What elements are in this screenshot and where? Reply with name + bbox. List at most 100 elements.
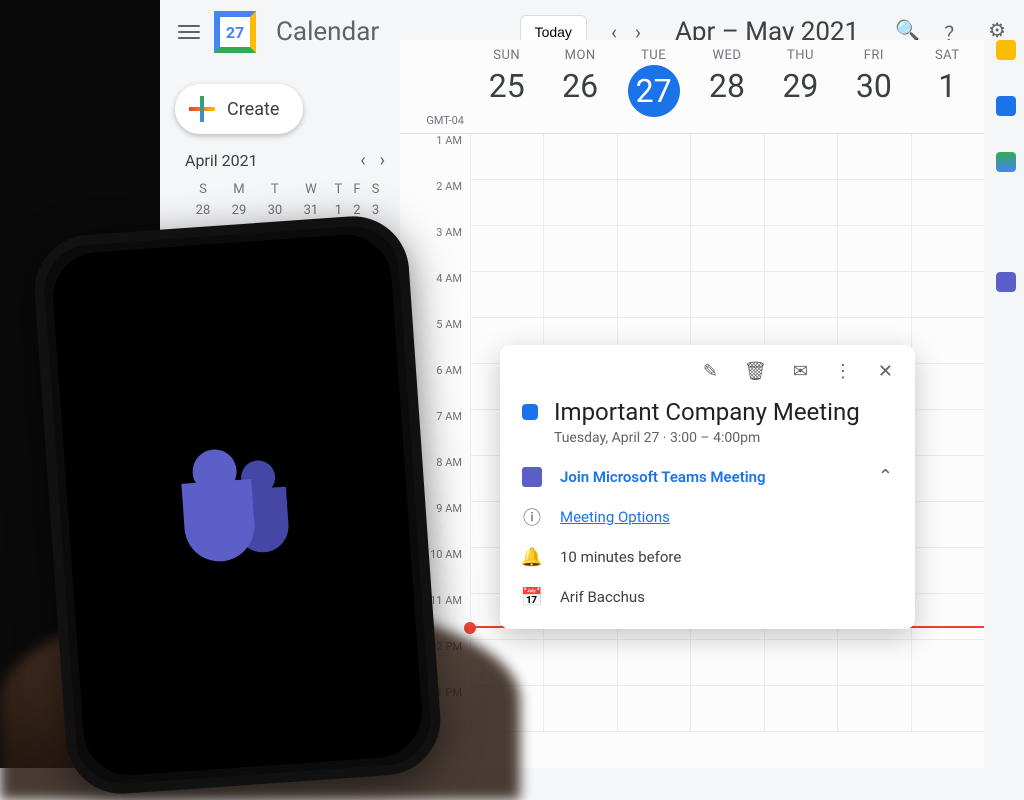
delete-event-icon[interactable]: 🗑	[744, 361, 767, 382]
day-column-mon[interactable]: MON26	[543, 40, 616, 133]
time-slot[interactable]	[911, 272, 984, 318]
time-slot[interactable]	[911, 180, 984, 226]
time-slot[interactable]	[690, 640, 763, 686]
time-slot[interactable]	[764, 272, 837, 318]
time-slot[interactable]	[764, 226, 837, 272]
keep-icon[interactable]	[996, 40, 1016, 60]
time-slot[interactable]	[764, 640, 837, 686]
time-slot[interactable]	[617, 180, 690, 226]
time-slot[interactable]	[543, 686, 616, 732]
timezone-label: GMT-04	[400, 114, 470, 133]
time-slot[interactable]	[837, 226, 910, 272]
organizer-label: Arif Bacchus	[560, 588, 645, 606]
join-teams-link[interactable]: Join Microsoft Teams Meeting	[560, 468, 766, 486]
microsoft-teams-logo	[168, 436, 307, 575]
day-column-thu[interactable]: THU29	[764, 40, 837, 133]
time-slot[interactable]	[911, 686, 984, 732]
maps-icon[interactable]	[996, 152, 1016, 172]
time-slot[interactable]	[470, 272, 543, 318]
mini-next-icon[interactable]: ›	[380, 150, 385, 171]
time-slot[interactable]	[690, 272, 763, 318]
edit-event-icon[interactable]: ✎	[703, 361, 718, 382]
time-slot[interactable]	[690, 226, 763, 272]
event-color-swatch	[522, 404, 538, 420]
time-slot[interactable]	[911, 226, 984, 272]
hour-label: 2 AM	[400, 180, 470, 226]
time-slot[interactable]	[837, 686, 910, 732]
mini-dow: T	[257, 179, 293, 200]
hour-label: 3 AM	[400, 226, 470, 272]
tasks-icon[interactable]	[996, 96, 1016, 116]
day-column-fri[interactable]: FRI30	[837, 40, 910, 133]
time-slot[interactable]	[911, 318, 984, 364]
time-slot[interactable]	[764, 180, 837, 226]
mini-calendar[interactable]: April 2021 ‹ › S M T W T F S 28 29 30 31…	[185, 150, 385, 221]
time-slot[interactable]	[911, 502, 984, 548]
mini-dow: S	[366, 179, 385, 200]
create-button-label: Create	[227, 99, 279, 120]
smartphone-device	[31, 213, 444, 798]
time-slot[interactable]	[837, 180, 910, 226]
event-title: Important Company Meeting	[554, 398, 860, 426]
info-icon: ⓘ	[522, 507, 542, 527]
mini-calendar-month: April 2021	[185, 151, 258, 170]
time-slot[interactable]	[911, 594, 984, 640]
more-options-icon[interactable]: ⋮	[834, 361, 852, 382]
mini-dow: S	[185, 179, 221, 200]
day-column-wed[interactable]: WED28	[690, 40, 763, 133]
create-button[interactable]: Create	[175, 84, 303, 134]
close-popover-icon[interactable]: ✕	[878, 361, 893, 382]
mini-dow: W	[293, 179, 329, 200]
day-column-sat[interactable]: SAT1	[911, 40, 984, 133]
mini-prev-icon[interactable]: ‹	[360, 150, 365, 171]
time-slot[interactable]	[764, 134, 837, 180]
time-slot[interactable]	[470, 134, 543, 180]
mini-day[interactable]: 28	[185, 200, 221, 221]
time-slot[interactable]	[837, 134, 910, 180]
time-slot[interactable]	[690, 686, 763, 732]
day-column-tue-today[interactable]: TUE27	[617, 40, 690, 133]
time-slot[interactable]	[837, 272, 910, 318]
time-slot[interactable]	[617, 134, 690, 180]
mini-day[interactable]: 29	[221, 200, 257, 221]
time-slot[interactable]	[911, 134, 984, 180]
time-slot[interactable]	[911, 364, 984, 410]
expand-conferencing-icon[interactable]: ⌃	[878, 466, 893, 487]
event-datetime: Tuesday, April 27 · 3:00 – 4:00pm	[554, 430, 860, 446]
mini-dow: M	[221, 179, 257, 200]
time-slot[interactable]	[543, 134, 616, 180]
phone-screen	[50, 232, 425, 778]
meeting-options-link[interactable]: Meeting Options	[560, 508, 670, 526]
time-slot[interactable]	[764, 686, 837, 732]
hour-label: 1 AM	[400, 134, 470, 180]
teams-addon-icon[interactable]	[996, 272, 1016, 292]
bell-icon: 🔔	[522, 547, 542, 567]
email-guests-icon[interactable]: ✉	[793, 361, 808, 382]
time-slot[interactable]	[617, 272, 690, 318]
time-slot[interactable]	[470, 226, 543, 272]
time-slot[interactable]	[543, 226, 616, 272]
time-slot[interactable]	[911, 640, 984, 686]
time-slot[interactable]	[911, 548, 984, 594]
right-side-panel	[994, 40, 1018, 292]
plus-icon	[189, 96, 215, 122]
logo-day-number: 27	[220, 17, 250, 47]
time-slot[interactable]	[617, 686, 690, 732]
mini-dow: T	[329, 179, 348, 200]
time-slot[interactable]	[911, 456, 984, 502]
day-column-sun[interactable]: SUN25	[470, 40, 543, 133]
time-slot[interactable]	[543, 272, 616, 318]
teams-icon	[522, 467, 542, 487]
time-slot[interactable]	[690, 180, 763, 226]
time-slot[interactable]	[543, 640, 616, 686]
main-menu-icon[interactable]	[178, 25, 200, 39]
time-slot[interactable]	[617, 226, 690, 272]
time-slot[interactable]	[837, 640, 910, 686]
time-slot[interactable]	[543, 180, 616, 226]
time-slot[interactable]	[617, 640, 690, 686]
time-slot[interactable]	[690, 134, 763, 180]
time-slot[interactable]	[470, 180, 543, 226]
time-slot[interactable]	[911, 410, 984, 456]
google-calendar-logo: 27	[214, 11, 256, 53]
mini-day[interactable]: 30	[257, 200, 293, 221]
